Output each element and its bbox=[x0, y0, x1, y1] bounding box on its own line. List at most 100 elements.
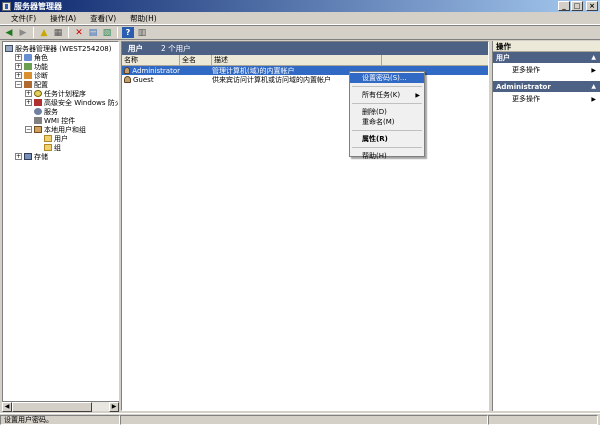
user-row[interactable]: Guest 供来宾访问计算机或访问域的内置帐户 bbox=[122, 75, 488, 84]
expand-icon[interactable]: + bbox=[25, 99, 32, 106]
config-icon bbox=[24, 81, 32, 88]
folder-icon bbox=[44, 135, 52, 142]
title-bar: 服务器管理器 _ □ × bbox=[0, 0, 600, 12]
up-folder-icon[interactable]: ▲ bbox=[38, 27, 50, 38]
actions-section-administrator[interactable]: Administrator ▲ bbox=[493, 81, 600, 92]
user-name: Administrator bbox=[132, 66, 180, 75]
back-arrow-icon[interactable]: ◀ bbox=[3, 27, 15, 38]
tree-item[interactable]: 用户 bbox=[35, 134, 68, 143]
column-fullname[interactable]: 全名 bbox=[180, 55, 212, 65]
minimize-button[interactable]: _ bbox=[558, 1, 570, 11]
toolbar-separator bbox=[117, 27, 118, 38]
menu-properties[interactable]: 属性(R) bbox=[350, 134, 424, 144]
user-icon bbox=[124, 76, 131, 83]
scroll-thumb[interactable] bbox=[12, 402, 92, 412]
help-icon[interactable]: ? bbox=[122, 27, 134, 38]
collapse-icon[interactable]: − bbox=[15, 81, 22, 88]
toolbar-separator bbox=[33, 27, 34, 38]
expand-icon[interactable]: + bbox=[15, 72, 22, 79]
local-users-icon bbox=[34, 126, 42, 133]
roles-icon bbox=[24, 54, 32, 61]
collapse-icon[interactable]: ▲ bbox=[591, 54, 596, 61]
more-actions-label: 更多操作 bbox=[512, 66, 540, 74]
menu-all-tasks[interactable]: 所有任务(K) ▶ bbox=[350, 90, 424, 100]
actions-pane: 操作 用户 ▲ 更多操作 ▶ Administrator ▲ 更多操作 ▶ bbox=[492, 41, 600, 411]
window-title: 服务器管理器 bbox=[14, 1, 62, 11]
tree-item[interactable]: +高级安全 Windows 防火墙 bbox=[25, 98, 118, 107]
menu-separator bbox=[352, 147, 422, 148]
wmi-icon bbox=[34, 117, 42, 124]
tree-item-label: 存储 bbox=[34, 152, 48, 161]
toolbar: ◀ ▶ ▲ ▦ ✕ ▤ ▧ ? ▥ bbox=[0, 25, 600, 40]
menu-separator bbox=[352, 86, 422, 87]
export-list-icon[interactable]: ▧ bbox=[101, 27, 113, 38]
status-panel bbox=[120, 414, 488, 425]
server-icon bbox=[5, 45, 13, 52]
tree-item[interactable]: 服务器管理器 (WEST254208) bbox=[5, 44, 111, 53]
scroll-left-button[interactable]: ◀ bbox=[2, 402, 12, 412]
services-icon bbox=[34, 108, 42, 115]
toolbar-separator bbox=[68, 27, 69, 38]
properties-icon[interactable]: ▤ bbox=[87, 27, 99, 38]
user-name: Guest bbox=[133, 75, 154, 84]
more-actions-users[interactable]: 更多操作 ▶ bbox=[493, 63, 600, 77]
menu-help-item[interactable]: 帮助(H) bbox=[350, 151, 424, 161]
menu-delete[interactable]: 删除(D) bbox=[350, 107, 424, 117]
show-hide-tree-icon[interactable]: ▦ bbox=[52, 27, 64, 38]
user-icon bbox=[124, 67, 131, 74]
results-title: 用户 bbox=[128, 44, 143, 53]
expand-icon[interactable]: + bbox=[25, 90, 32, 97]
status-bar: 设置用户密码。 bbox=[0, 413, 600, 425]
tree-item-label: 服务器管理器 (WEST254208) bbox=[15, 44, 112, 53]
scroll-right-button[interactable]: ▶ bbox=[109, 402, 119, 412]
menu-set-password[interactable]: 设置密码(S)... bbox=[350, 73, 424, 83]
menu-bar: 文件(F) 操作(A) 查看(V) 帮助(H) bbox=[0, 12, 600, 25]
expand-icon[interactable]: + bbox=[15, 153, 22, 160]
task-scheduler-icon bbox=[34, 90, 42, 97]
results-count: 2 个用户 bbox=[161, 44, 191, 53]
collapse-icon[interactable]: ▲ bbox=[591, 83, 596, 90]
status-panel bbox=[488, 414, 598, 425]
column-headers: 名称 全名 描述 bbox=[122, 55, 488, 66]
submenu-arrow-icon: ▶ bbox=[591, 95, 596, 103]
menu-all-tasks-label: 所有任务(K) bbox=[362, 91, 401, 99]
menu-help[interactable]: 帮助(H) bbox=[123, 13, 164, 24]
menu-rename[interactable]: 重命名(M) bbox=[350, 117, 424, 127]
actions-header: 操作 bbox=[493, 41, 600, 52]
server-manager-icon bbox=[2, 1, 11, 11]
submenu-arrow-icon: ▶ bbox=[415, 91, 420, 99]
delete-icon[interactable]: ✕ bbox=[73, 27, 85, 38]
expand-icon[interactable]: + bbox=[15, 63, 22, 70]
folder-icon bbox=[44, 144, 52, 151]
view-icon[interactable]: ▥ bbox=[136, 27, 148, 38]
console-tree[interactable]: 服务器管理器 (WEST254208) + 角色 + 功能 + 诊断 − 配置 + 任务计划程序 + 高… bbox=[2, 41, 119, 411]
submenu-arrow-icon: ▶ bbox=[591, 66, 596, 74]
column-description[interactable]: 描述 bbox=[212, 55, 382, 65]
maximize-button[interactable]: □ bbox=[571, 1, 583, 11]
tree-item[interactable]: + 存储 bbox=[15, 152, 48, 161]
features-icon bbox=[24, 63, 32, 70]
results-pane: 用户 2 个用户 名称 全名 描述 Administrator 管理计算机(域)的… bbox=[121, 41, 489, 411]
actions-section-admin-label: Administrator bbox=[496, 82, 551, 91]
menu-separator bbox=[352, 130, 422, 131]
more-actions-label: 更多操作 bbox=[512, 95, 540, 103]
menu-separator bbox=[352, 103, 422, 104]
tree-item-label: 组 bbox=[54, 143, 61, 152]
more-actions-administrator[interactable]: 更多操作 ▶ bbox=[493, 92, 600, 106]
collapse-icon[interactable]: − bbox=[25, 126, 32, 133]
status-text: 设置用户密码。 bbox=[0, 414, 120, 425]
results-header: 用户 2 个用户 bbox=[122, 42, 488, 55]
column-name[interactable]: 名称 bbox=[122, 55, 180, 65]
close-button[interactable]: × bbox=[586, 1, 598, 11]
menu-file[interactable]: 文件(F) bbox=[4, 13, 43, 24]
expand-icon[interactable]: + bbox=[15, 54, 22, 61]
menu-action[interactable]: 操作(A) bbox=[43, 13, 83, 24]
context-menu: 设置密码(S)... 所有任务(K) ▶ 删除(D) 重命名(M) 属性(R) … bbox=[349, 71, 425, 160]
menu-view[interactable]: 查看(V) bbox=[83, 13, 123, 24]
storage-icon bbox=[24, 153, 32, 160]
actions-section-users[interactable]: 用户 ▲ bbox=[493, 52, 600, 63]
forward-arrow-icon[interactable]: ▶ bbox=[17, 27, 29, 38]
actions-section-users-label: 用户 bbox=[496, 53, 510, 62]
diagnostics-icon bbox=[24, 72, 32, 79]
tree-horizontal-scrollbar[interactable]: ◀ ▶ bbox=[2, 401, 119, 412]
